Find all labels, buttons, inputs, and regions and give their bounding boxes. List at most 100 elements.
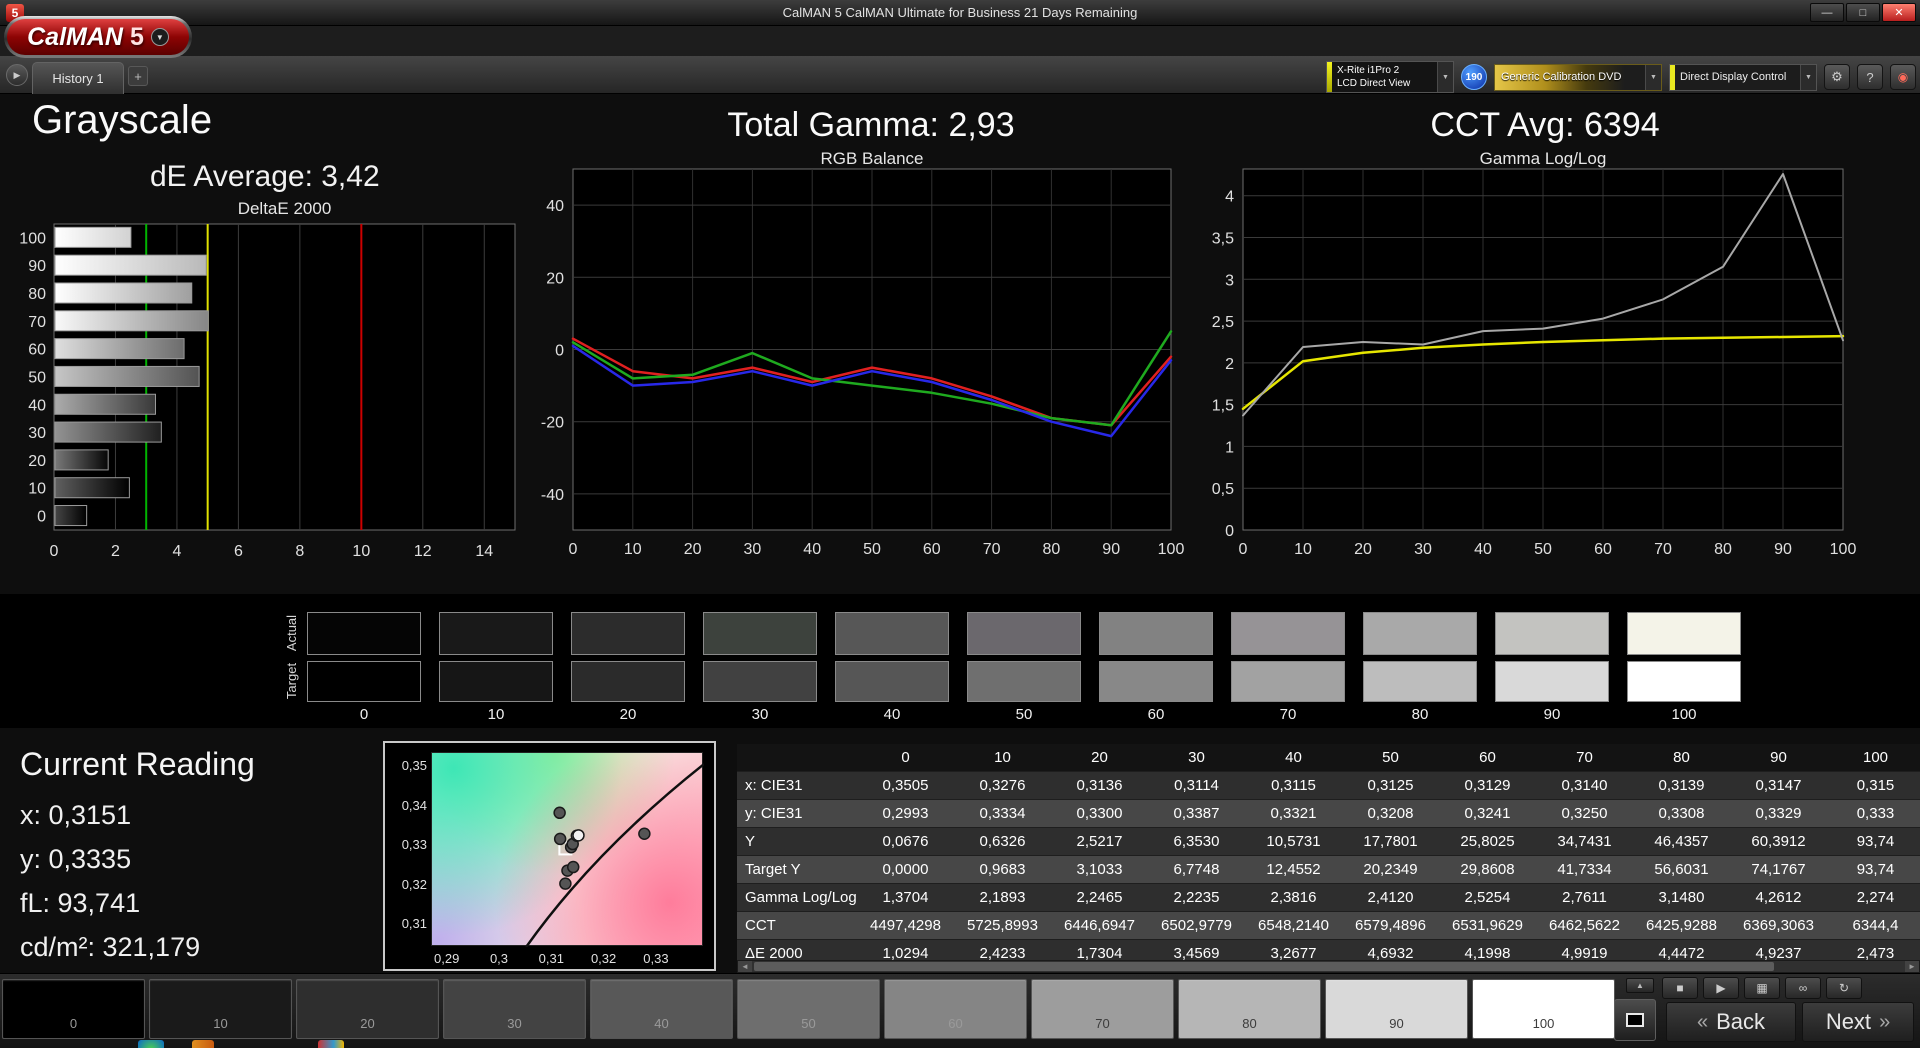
table-cell: 0,3276 [979, 777, 1026, 794]
axis-tick-label: 3,5 [1212, 231, 1234, 248]
deltae-bar-0 [54, 505, 88, 527]
pattern-button-20[interactable]: 20 [296, 979, 439, 1039]
swatch-level-label: 40 [883, 706, 901, 723]
reading-y: y: 0,3335 [20, 844, 132, 874]
table-cell: 0,3329 [1755, 805, 1802, 822]
table-horizontal-scrollbar[interactable]: ◄ ► [737, 960, 1920, 973]
axis-tick-label: 6 [234, 543, 243, 560]
cie-measurement-point [638, 827, 651, 841]
axis-tick-label: 14 [475, 543, 493, 560]
table-col-header: 60 [1479, 749, 1496, 766]
axis-tick-label: 0 [1225, 523, 1234, 540]
deltae-bar-100 [54, 226, 132, 248]
pattern-button-40[interactable]: 40 [590, 979, 733, 1039]
axis-tick-label: 90 [28, 258, 46, 275]
axis-tick-label: 20 [1354, 541, 1372, 558]
deltae-chart-title: DeltaE 2000 [237, 199, 332, 218]
pattern-button-30[interactable]: 30 [443, 979, 586, 1039]
add-tab-button[interactable]: + [128, 66, 148, 86]
swatch-column-30: 30 [703, 610, 817, 723]
axis-tick-label: 8 [295, 543, 304, 560]
meter-selector-dropdown[interactable]: X-Rite i1Pro 2 LCD Direct View ▼ [1326, 61, 1454, 93]
chevron-down-icon[interactable]: ▼ [1800, 64, 1816, 90]
table-cell: 5725,8993 [967, 917, 1038, 934]
cie-y-tick-label: 0,34 [401, 797, 427, 813]
chevron-down-icon[interactable]: ▼ [1645, 64, 1661, 90]
chevron-down-icon[interactable]: ▼ [1437, 62, 1453, 92]
table-col-header: 50 [1382, 749, 1399, 766]
actual-swatch-50 [967, 612, 1081, 655]
axis-tick-label: 40 [28, 397, 46, 414]
swatch-column-90: 90 [1495, 610, 1609, 723]
logo-menu-arrow-icon[interactable]: ▼ [150, 28, 169, 46]
table-cell: 6446,6947 [1064, 917, 1135, 934]
calman-window: 5 CalMAN 5 CalMAN Ultimate for Business … [0, 0, 1920, 1048]
scroll-left-icon[interactable]: ◄ [738, 961, 752, 972]
axis-tick-label: 60 [1594, 541, 1612, 558]
table-cell: 93,74 [1856, 833, 1895, 850]
table-col-header: 70 [1576, 749, 1593, 766]
cct-average-readout: CCT Avg: 6394 [1430, 106, 1660, 144]
window-title: CalMAN 5 CalMAN Ultimate for Business 21… [782, 5, 1138, 20]
table-cell: 56,6031 [1654, 861, 1709, 878]
source-selector-dropdown[interactable]: Generic Calibration DVD ▼ [1494, 63, 1662, 91]
maximize-button[interactable]: □ [1846, 3, 1880, 22]
table-cell: 6369,3063 [1743, 917, 1814, 934]
deltae-bar-50 [54, 365, 200, 387]
minimize-button[interactable]: — [1810, 3, 1844, 22]
next-button[interactable]: Next » [1802, 1002, 1914, 1042]
pattern-button-label: 80 [1242, 1016, 1257, 1031]
stop-button[interactable]: ■ [1662, 977, 1698, 999]
expand-up-button[interactable]: ▲ [1626, 978, 1654, 993]
axis-tick-label: 2 [1225, 356, 1234, 373]
cie-y-tick-label: 0,31 [401, 916, 427, 932]
pattern-button-70[interactable]: 70 [1031, 979, 1174, 1039]
display-control-dropdown[interactable]: Direct Display Control ▼ [1669, 63, 1817, 91]
pattern-button-50[interactable]: 50 [737, 979, 880, 1039]
table-row-label: CCT [745, 917, 776, 934]
gear-icon[interactable]: ⚙ [1824, 64, 1850, 90]
total-gamma-readout: Total Gamma: 2,93 [727, 106, 1015, 144]
collapse-arrow-button[interactable]: ▶ [6, 64, 28, 86]
pattern-button-60[interactable]: 60 [884, 979, 1027, 1039]
cie-measurement-point [572, 829, 585, 842]
axis-tick-label: 0 [1239, 541, 1248, 558]
reading-x: x: 0,3151 [20, 800, 132, 830]
help-icon[interactable]: ? [1857, 64, 1883, 90]
power-icon[interactable]: ◉ [1890, 64, 1916, 90]
table-cell: 41,7334 [1557, 861, 1612, 878]
swatch-grid: 0 10 20 30 40 50 60 70 80 90 100 [307, 610, 1747, 723]
cie-y-tick-label: 0,35 [401, 758, 427, 774]
table-cell: 20,2349 [1363, 861, 1418, 878]
scroll-right-icon[interactable]: ► [1905, 961, 1919, 972]
axis-tick-label: 2 [111, 543, 120, 560]
taskbar-icon-fragment[interactable] [192, 1040, 214, 1048]
taskbar-start-fragment[interactable] [138, 1040, 164, 1048]
back-button[interactable]: « Back [1666, 1002, 1796, 1042]
pattern-button-80[interactable]: 80 [1178, 979, 1321, 1039]
deltae-bar-30 [54, 421, 162, 443]
tab-history-1[interactable]: History 1 [32, 62, 124, 94]
pattern-button-label: 90 [1389, 1016, 1404, 1031]
cie-measurement-point [566, 860, 580, 874]
meter-name: X-Rite i1Pro 2 [1337, 64, 1400, 76]
refresh-button[interactable]: ↻ [1826, 977, 1862, 999]
taskbar-icon-fragment[interactable] [318, 1040, 344, 1048]
table-cell: 10,5731 [1266, 833, 1321, 850]
actual-swatch-40 [835, 612, 949, 655]
play-button[interactable]: ▶ [1703, 977, 1739, 999]
pattern-window-button[interactable] [1614, 999, 1656, 1041]
measurement-table: 0 10 20 30 40 50 60 70 80 90 100 x: CIE31 0,3505 0,32… [737, 744, 1920, 973]
table-cell: 0,3387 [1173, 805, 1220, 822]
swatch-column-70: 70 [1231, 610, 1345, 723]
pattern-button-90[interactable]: 90 [1325, 979, 1468, 1039]
logo-version-text: 5 [129, 22, 144, 51]
loop-infinite-button[interactable]: ∞ [1785, 977, 1821, 999]
close-button[interactable]: ✕ [1882, 3, 1916, 22]
pattern-button-100[interactable]: 100 [1472, 979, 1615, 1039]
save-button[interactable]: ▦ [1744, 977, 1780, 999]
scrollbar-thumb[interactable] [754, 962, 1774, 971]
pattern-button-10[interactable]: 10 [149, 979, 292, 1039]
daylight-locus-curve [525, 763, 704, 947]
pattern-button-0[interactable]: 0 [2, 979, 145, 1039]
